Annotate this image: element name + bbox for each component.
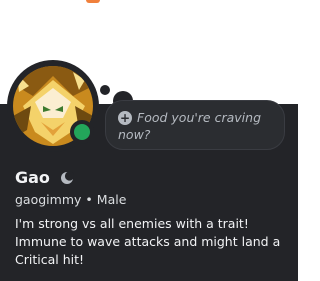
thought-bubble-dot-small — [100, 85, 110, 95]
status-online-indicator — [74, 124, 90, 140]
banner-accent — [86, 0, 100, 3]
profile-bio: I'm strong vs all enemies with a trait! … — [15, 216, 281, 267]
custom-status-placeholder[interactable]: Food you're craving now? — [118, 109, 278, 143]
pronouns: Male — [96, 192, 127, 207]
display-name: Gao — [15, 168, 50, 187]
moon-icon[interactable] — [60, 171, 74, 185]
username: gaogimmy — [15, 192, 82, 207]
separator: • — [85, 192, 93, 207]
user-meta: gaogimmy • Male — [15, 191, 126, 208]
